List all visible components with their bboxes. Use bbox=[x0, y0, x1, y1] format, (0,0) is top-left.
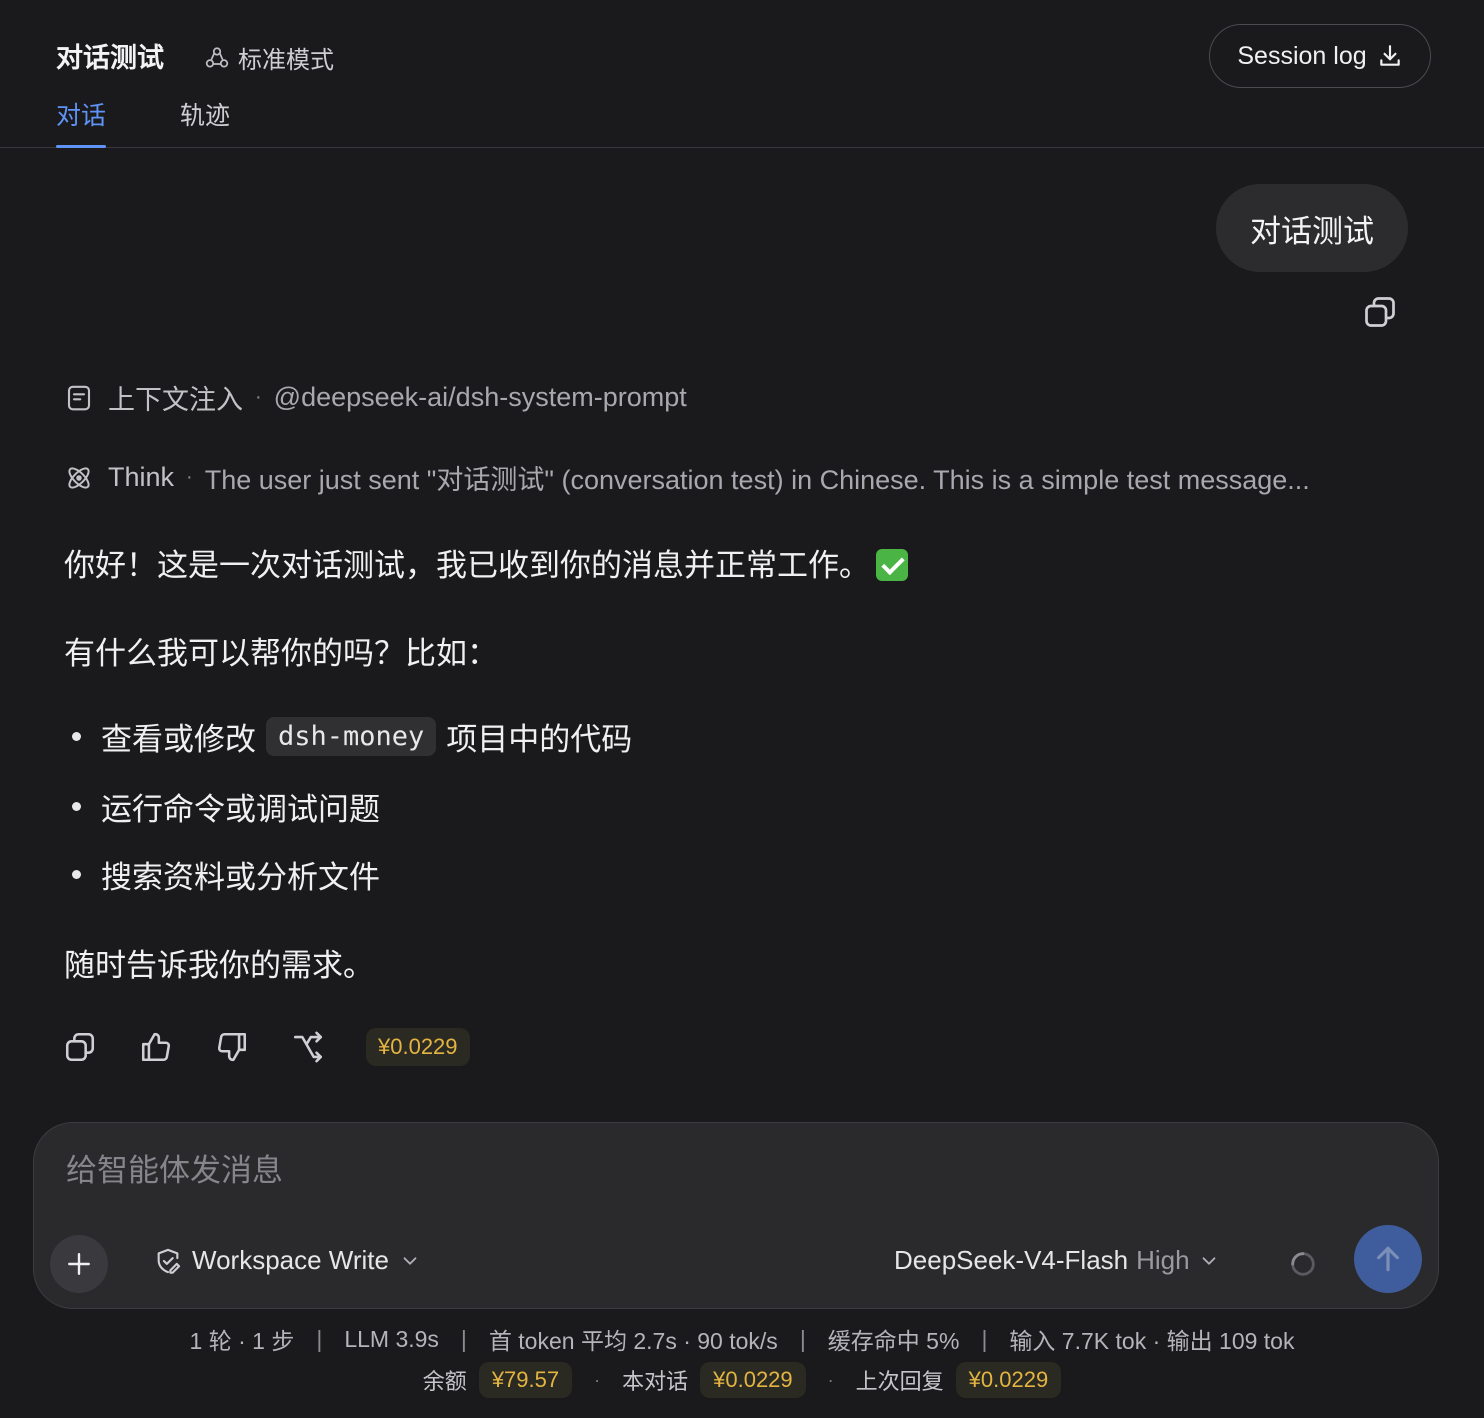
plus-icon bbox=[68, 1253, 90, 1275]
balance-label: 余额 bbox=[422, 1369, 467, 1394]
model-name: DeepSeek-V4-Flash bbox=[894, 1245, 1129, 1275]
message-input[interactable] bbox=[66, 1153, 1266, 1189]
chevron-down-icon bbox=[1202, 1256, 1216, 1265]
session-log-label: Session log bbox=[1237, 41, 1367, 70]
header: 对话测试 标准模式 Session log 对话 轨迹 bbox=[0, 0, 1484, 148]
model-selector[interactable]: DeepSeek-V4-Flash High bbox=[894, 1245, 1220, 1276]
last-reply-cost-badge: ¥0.0229 bbox=[955, 1362, 1062, 1398]
tab-conversation[interactable]: 对话 bbox=[56, 96, 107, 148]
context-injection-row[interactable]: 上下文注入 · @deepseek-ai/dsh-system-prompt bbox=[64, 378, 687, 417]
list-item: 搜索资料或分析文件 bbox=[72, 852, 380, 897]
stat-turns: 1 轮 · 1 步 bbox=[189, 1328, 295, 1354]
chevron-down-icon bbox=[403, 1256, 417, 1265]
shield-edit-icon bbox=[157, 1248, 181, 1274]
page-title: 对话测试 bbox=[56, 43, 164, 73]
mode-indicator[interactable]: 标准模式 bbox=[204, 40, 334, 75]
recycle-icon bbox=[205, 46, 229, 68]
download-icon bbox=[1379, 45, 1400, 66]
list-item: 查看或修改 dsh-money 项目中的代码 bbox=[72, 714, 632, 759]
model-effort: High bbox=[1136, 1245, 1190, 1275]
user-message-bubble: 对话测试 bbox=[1216, 184, 1408, 272]
context-injection-label: 上下文注入 bbox=[108, 385, 243, 415]
branch-button[interactable] bbox=[290, 1029, 326, 1065]
document-icon bbox=[67, 385, 91, 410]
permission-label: Workspace Write bbox=[192, 1245, 389, 1275]
check-mark-icon bbox=[876, 549, 908, 581]
session-log-button[interactable]: Session log bbox=[1209, 24, 1431, 88]
stat-first-token: 首 token 平均 2.7s · 90 tok/s bbox=[488, 1328, 778, 1354]
think-label: Think bbox=[108, 462, 175, 492]
branch-icon bbox=[293, 1031, 323, 1063]
stat-tokens: 输入 7.7K tok · 输出 109 tok bbox=[1009, 1328, 1295, 1354]
list-item: 运行命令或调试问题 bbox=[72, 784, 380, 829]
context-injection-value: @deepseek-ai/dsh-system-prompt bbox=[273, 382, 687, 412]
copy-message-button[interactable] bbox=[62, 1029, 98, 1065]
stat-llm: LLM 3.9s bbox=[344, 1325, 439, 1352]
balance-badge: ¥79.57 bbox=[478, 1362, 573, 1398]
assistant-closing: 随时告诉我你的需求。 bbox=[64, 948, 374, 983]
assistant-greeting: 你好！这是一次对话测试，我已收到你的消息并正常工作。 bbox=[64, 540, 908, 585]
atom-icon bbox=[68, 466, 90, 489]
inline-code: dsh-money bbox=[266, 717, 437, 756]
assistant-question: 有什么我可以帮你的吗？比如： bbox=[64, 636, 498, 671]
cost-stats: 余额 ¥79.57 · 本对话 ¥0.0229 · 上次回复 ¥0.0229 bbox=[0, 1362, 1484, 1398]
arrow-up-icon bbox=[1377, 1246, 1399, 1272]
think-preview: The user just sent "对话测试" (conversation … bbox=[204, 465, 1310, 495]
permission-selector[interactable]: Workspace Write bbox=[154, 1245, 421, 1276]
mode-label: 标准模式 bbox=[238, 47, 334, 74]
loading-spinner-icon bbox=[1291, 1252, 1315, 1276]
thumbs-up-button[interactable] bbox=[138, 1029, 174, 1065]
last-reply-cost-label: 上次回复 bbox=[855, 1369, 944, 1394]
send-button[interactable] bbox=[1354, 1225, 1422, 1293]
copy-icon bbox=[65, 1032, 95, 1062]
message-cost-badge: ¥0.0229 bbox=[366, 1028, 470, 1066]
stat-cache: 缓存命中 5% bbox=[827, 1328, 960, 1354]
think-row[interactable]: Think · The user just sent "对话测试" (conve… bbox=[64, 458, 1310, 497]
add-attachment-button[interactable] bbox=[50, 1235, 108, 1293]
conversation-cost-badge: ¥0.0229 bbox=[700, 1362, 806, 1398]
session-stats: 1 轮 · 1 步 | LLM 3.9s | 首 token 平均 2.7s ·… bbox=[0, 1322, 1484, 1356]
thumbs-down-button[interactable] bbox=[214, 1029, 250, 1065]
conversation-cost-label: 本对话 bbox=[622, 1369, 689, 1394]
copy-icon[interactable] bbox=[1362, 294, 1398, 330]
thumbs-up-icon bbox=[141, 1032, 171, 1062]
tab-trajectory[interactable]: 轨迹 bbox=[180, 96, 230, 148]
thumbs-down-icon bbox=[217, 1032, 247, 1062]
message-actions: ¥0.0229 bbox=[62, 1028, 470, 1066]
composer: Workspace Write DeepSeek-V4-Flash High bbox=[33, 1122, 1439, 1309]
